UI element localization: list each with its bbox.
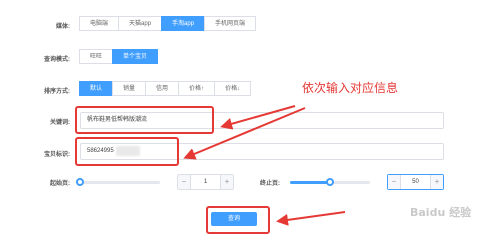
arrow-to-search-icon	[276, 211, 346, 226]
watermark-logo: Baidu 经验	[410, 206, 472, 219]
arrow-to-item-id-icon	[183, 107, 306, 160]
